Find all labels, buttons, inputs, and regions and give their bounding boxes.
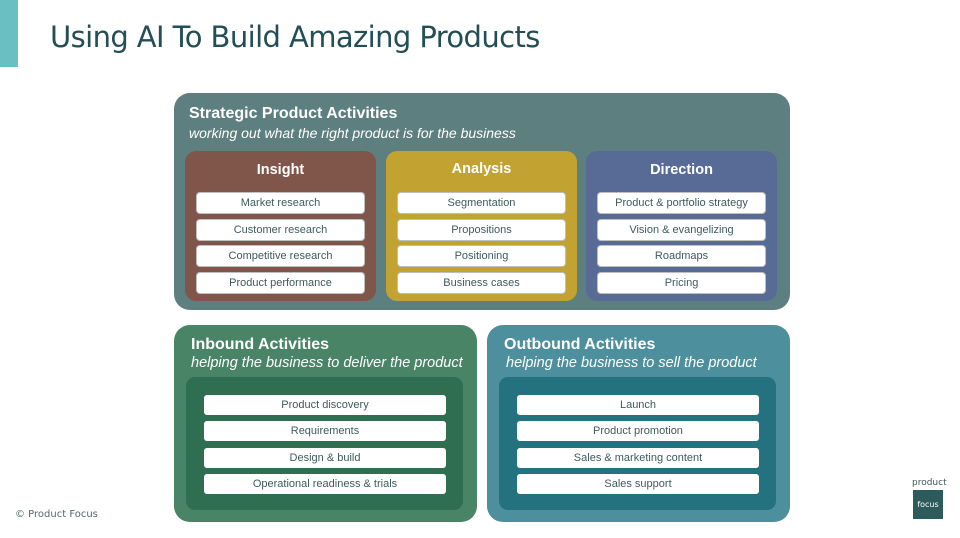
inbound-item: Product discovery — [204, 395, 446, 415]
inbound-activities-group: Inbound Activities helping the business … — [174, 325, 477, 522]
inbound-inner-panel: Product discovery Requirements Design & … — [186, 377, 463, 510]
insight-item: Product performance — [196, 271, 365, 294]
direction-panel: Direction Product & portfolio strategy V… — [586, 151, 777, 301]
insight-title: Insight — [256, 162, 305, 178]
inbound-item: Operational readiness & trials — [204, 474, 446, 495]
outbound-item: Product promotion — [517, 421, 759, 442]
direction-title: Direction — [650, 162, 713, 178]
analysis-item: Propositions — [397, 218, 566, 241]
analysis-item: Business cases — [397, 271, 566, 294]
outbound-activities-group: Outbound Activities helping the business… — [487, 325, 790, 522]
analysis-panel: Analysis Segmentation Propositions Posit… — [386, 151, 577, 301]
insight-item: Competitive research — [196, 245, 365, 268]
insight-panel: Insight Market research Customer researc… — [185, 151, 376, 301]
accent-bar — [0, 0, 18, 67]
strategic-title: Strategic Product Activities — [189, 105, 398, 122]
analysis-title: Analysis — [451, 161, 512, 177]
analysis-item: Positioning — [397, 245, 566, 268]
strategic-activities-group: Strategic Product Activities working out… — [174, 93, 790, 310]
direction-item: Roadmaps — [597, 245, 766, 268]
outbound-item: Sales support — [517, 474, 759, 495]
analysis-item: Segmentation — [397, 192, 566, 214]
logo-text-focus: focus — [917, 500, 939, 509]
inbound-title: Inbound Activities — [191, 336, 330, 353]
copyright-notice: © Product Focus — [15, 509, 98, 520]
outbound-title: Outbound Activities — [504, 336, 656, 353]
inbound-subtitle: helping the business to deliver the prod… — [191, 355, 463, 371]
direction-item: Product & portfolio strategy — [597, 192, 766, 214]
insight-item: Customer research — [196, 218, 365, 241]
outbound-subtitle: helping the business to sell the product — [506, 355, 757, 371]
page-title: Using AI To Build Amazing Products — [50, 20, 540, 54]
direction-item: Vision & evangelizing — [597, 218, 766, 241]
logo-box: focus — [913, 490, 943, 519]
outbound-item: Launch — [517, 395, 759, 415]
insight-item: Market research — [196, 192, 365, 214]
outbound-item: Sales & marketing content — [517, 447, 759, 468]
outbound-inner-panel: Launch Product promotion Sales & marketi… — [499, 377, 776, 510]
strategic-subtitle: working out what the right product is fo… — [189, 125, 516, 141]
logo-text-product: product — [912, 478, 947, 488]
inbound-item: Requirements — [204, 421, 446, 442]
inbound-item: Design & build — [204, 447, 446, 468]
direction-item: Pricing — [597, 271, 766, 294]
